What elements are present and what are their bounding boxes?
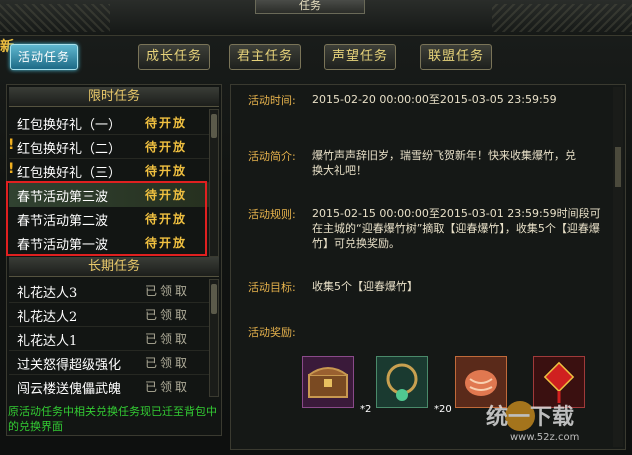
task-name: 红包换好礼（二） (17, 142, 122, 157)
tab-reputation-tasks[interactable]: 声望任务 (324, 44, 396, 70)
task-name: 过关怒得超级强化 (17, 358, 122, 373)
goal-label: 活动目标: (248, 281, 296, 294)
reward-count: *2 (360, 404, 372, 415)
limited-list-scrollbar[interactable] (209, 109, 219, 257)
task-item[interactable]: 礼花达人1 已领取 (9, 327, 209, 351)
task-item[interactable]: 礼花达人2 已领取 (9, 303, 209, 327)
scroll-thumb[interactable] (615, 147, 621, 187)
task-status: 待开放 (145, 140, 188, 154)
task-list-panel: 限时任务 红包换好礼（一） 待开放 ! 红包换好礼（二） 待开放 ! 红包换好礼… (6, 84, 222, 436)
tab-lord-tasks[interactable]: 君主任务 (229, 44, 301, 70)
task-name: 红包换好礼（三） (17, 166, 122, 181)
detail-scrollbar[interactable] (613, 87, 623, 447)
jade-necklace-icon[interactable] (376, 356, 428, 408)
task-name: 礼花达人1 (17, 334, 78, 349)
tab-activity-tasks[interactable]: 活动任务 (10, 44, 78, 70)
watermark-url: www.52z.com (510, 432, 580, 443)
task-status: 已领取 (145, 332, 191, 346)
treasure-chest-icon[interactable] (302, 356, 354, 408)
alert-icon: ! (8, 137, 15, 153)
site-watermark: 统一下载 (486, 401, 574, 431)
window-title: 任务 (255, 0, 365, 14)
goal-value: 收集5个【迎春爆竹】 (312, 280, 418, 293)
rules-value: 2015-02-15 00:00:00至2015-03-01 23:59:59时… (312, 207, 601, 250)
scroll-thumb[interactable] (211, 284, 217, 314)
tab-growth-tasks[interactable]: 成长任务 (138, 44, 210, 70)
ornament-right (492, 4, 632, 32)
tab-alliance-tasks[interactable]: 联盟任务 (420, 44, 492, 70)
task-status: 待开放 (145, 164, 188, 178)
task-status: 待开放 (145, 116, 188, 130)
long-term-list-scrollbar[interactable] (209, 279, 219, 397)
window-top-bar: 任务 (0, 0, 632, 36)
task-status: 已领取 (145, 308, 191, 322)
watermark-text: 统一下载 (486, 404, 574, 430)
task-name: 闯云楼送傀儡武魄 (17, 382, 122, 397)
task-status: 已领取 (145, 356, 191, 370)
time-label: 活动时间: (248, 94, 296, 107)
highlight-box (6, 181, 207, 256)
task-item[interactable]: 礼花达人3 已领取 (9, 279, 209, 303)
intro-label: 活动简介: (248, 150, 296, 163)
time-value: 2015-02-20 00:00:00至2015-03-05 23:59:59 (312, 93, 557, 106)
task-name: 红包换好礼（一） (17, 118, 122, 133)
task-item[interactable]: 闯云楼送傀儡武魄 已领取 (9, 375, 209, 399)
intro-value: 爆竹声声辞旧岁，瑞雪纷飞贺新年！快来收集爆竹，兑换大礼吧！ (312, 149, 576, 177)
reward-label: 活动奖励: (248, 326, 296, 339)
rules-label: 活动规则: (248, 208, 296, 221)
task-item[interactable]: ! 红包换好礼（二） 待开放 (8, 135, 209, 159)
long-term-tasks-header: 长期任务 (9, 257, 219, 277)
task-status: 已领取 (145, 380, 191, 394)
migration-note: 原活动任务中相关兑换任务现已迁至背包中的兑换界面 (8, 405, 217, 433)
task-item[interactable]: 红包换好礼（一） 待开放 (9, 111, 209, 135)
task-name: 礼花达人2 (17, 310, 78, 325)
alert-icon: ! (8, 161, 15, 177)
scroll-thumb[interactable] (211, 114, 217, 138)
reward-count: *20 (434, 404, 452, 415)
ornament-left (0, 4, 110, 32)
task-status: 已领取 (145, 284, 191, 298)
task-name: 礼花达人3 (17, 286, 78, 301)
limited-tasks-header: 限时任务 (9, 87, 219, 107)
task-item[interactable]: ! 红包换好礼（三） 待开放 (8, 159, 209, 183)
task-item[interactable]: 过关怒得超级强化 已领取 (9, 351, 209, 375)
